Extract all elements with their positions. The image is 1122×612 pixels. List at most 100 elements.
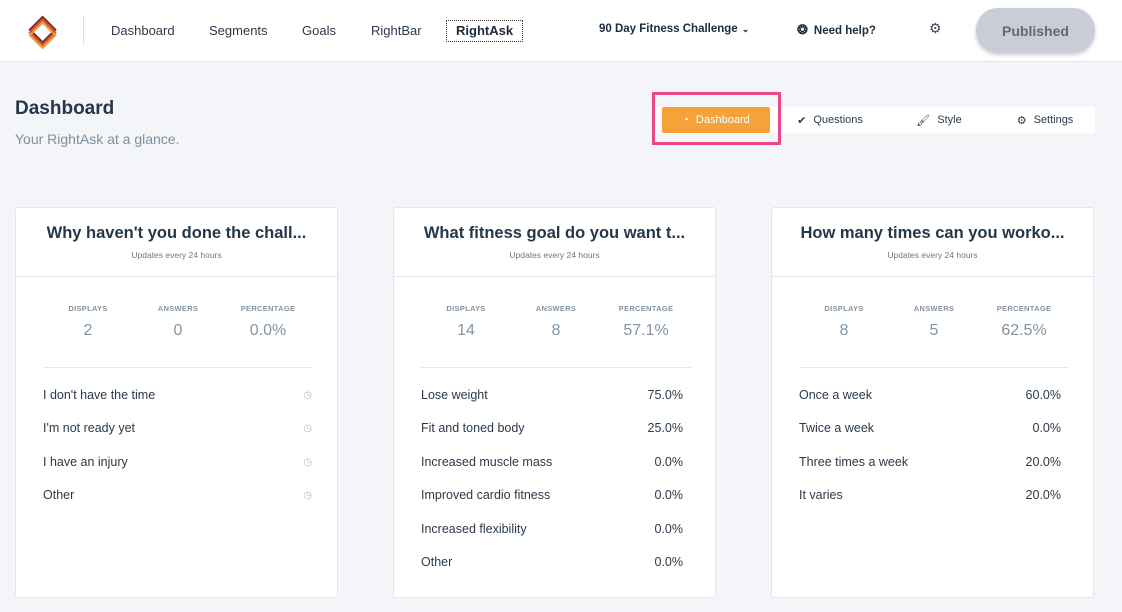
nav-item-dashboard[interactable]: Dashboard (111, 22, 175, 40)
stat-label: PERCENTAGE (240, 304, 296, 313)
card-title: How many times can you worko... (800, 224, 1065, 242)
speedometer-icon: ◔ (682, 114, 689, 126)
nav-item-segments[interactable]: Segments (209, 22, 268, 40)
stat-value: 0 (173, 322, 183, 339)
answer-row: Once a week 60.0% (799, 388, 1069, 408)
answer-row: Increased flexibility 0.0% (421, 522, 691, 542)
chevron-down-icon: ⌄ (741, 24, 750, 34)
answer-label: Fit and toned body (421, 421, 525, 435)
stat-label: DISPLAYS (68, 304, 108, 313)
answer-label: I don't have the time (43, 388, 156, 402)
stat-percentage: PERCENTAGE 57.1% (601, 304, 691, 340)
tab-dashboard-label: Dashboard (695, 114, 750, 126)
answer-row: Lose weight 75.0% (421, 388, 691, 408)
card-updates: Updates every 24 hours (509, 250, 600, 260)
card-stats: DISPLAYS 8 ANSWERS 5 PERCENTAGE 62.5% (799, 304, 1069, 368)
stat-value: 8 (839, 322, 849, 339)
help-label: Need help? (813, 25, 876, 37)
answer-label: I'm not ready yet (43, 421, 136, 435)
card-header: What fitness goal do you want t... Updat… (394, 208, 715, 277)
help-link[interactable]: ❂ Need help? (797, 22, 876, 38)
answer-label: Twice a week (799, 421, 875, 435)
tab-style-label: Style (937, 114, 962, 126)
answer-label: Other (43, 488, 75, 502)
stat-label: ANSWERS (913, 304, 955, 313)
clock-icon: ◷ (303, 490, 312, 501)
stat-label: PERCENTAGE (618, 304, 674, 313)
card-title: What fitness goal do you want t... (423, 224, 686, 242)
card-header: How many times can you worko... Updates … (772, 208, 1093, 277)
tab-settings[interactable]: ⚙ Settings (1000, 107, 1090, 133)
stat-percentage: PERCENTAGE 62.5% (979, 304, 1069, 340)
answer-label: I have an injury (43, 455, 128, 469)
stat-displays: DISPLAYS 14 (421, 304, 511, 340)
card-header: Why haven't you done the chall... Update… (16, 208, 337, 277)
tab-style[interactable]: 🖌 Style (894, 107, 984, 133)
stat-value: 57.1% (623, 322, 669, 339)
tab-questions[interactable]: ✔ Questions (780, 107, 880, 133)
clock-icon: ◷ (303, 457, 312, 468)
answer-label: Improved cardio fitness (421, 488, 551, 502)
gear-icon[interactable]: ⚙ (929, 20, 942, 37)
top-navbar: Dashboard Segments Goals RightBar RightA… (0, 0, 1122, 62)
card-title: Why haven't you done the chall... (46, 224, 307, 242)
answer-percentage: 0.0% (1032, 421, 1062, 435)
page-subtitle: Your RightAsk at a glance. (15, 131, 180, 147)
answer-row: It varies 20.0% (799, 488, 1069, 508)
section-tabs: ◔ Dashboard ✔ Questions 🖌 Style ⚙ Settings (654, 107, 1095, 133)
stat-value: 14 (457, 322, 475, 339)
answer-row: I have an injury ◷ (43, 455, 313, 475)
stat-label: DISPLAYS (824, 304, 864, 313)
answer-label: Increased flexibility (421, 522, 527, 536)
answer-row: I'm not ready yet ◷ (43, 421, 313, 441)
stat-value: 62.5% (1001, 322, 1047, 339)
checkmark-icon: ✔ (797, 114, 807, 127)
brush-icon: 🖌 (916, 114, 931, 127)
tab-dashboard[interactable]: ◔ Dashboard (662, 107, 770, 133)
card-updates: Updates every 24 hours (887, 250, 978, 260)
nav-item-rightask[interactable]: RightAsk (446, 20, 524, 42)
answer-row: Other ◷ (43, 488, 313, 508)
answer-row: Other 0.0% (421, 555, 691, 575)
answer-row: Fit and toned body 25.0% (421, 421, 691, 441)
card-updates: Updates every 24 hours (131, 250, 222, 260)
stat-value: 2 (83, 322, 93, 339)
published-button[interactable]: Published (976, 8, 1095, 53)
stat-value: 0.0% (249, 322, 287, 339)
stat-displays: DISPLAYS 8 (799, 304, 889, 340)
answer-label: Once a week (799, 388, 872, 402)
nav-item-rightbar[interactable]: RightBar (371, 22, 422, 40)
answer-percentage: 0.0% (654, 522, 684, 536)
answer-label: It varies (799, 488, 843, 502)
stat-value: 8 (551, 322, 561, 339)
answer-percentage: 60.0% (1025, 388, 1061, 402)
gear-icon: ⚙ (1016, 114, 1027, 127)
answer-percentage: 20.0% (1025, 488, 1061, 502)
challenge-label: 90 Day Fitness Challenge (599, 23, 738, 35)
question-card: How many times can you worko... Updates … (771, 207, 1094, 598)
stat-answers: ANSWERS 8 (511, 304, 601, 340)
tab-settings-label: Settings (1033, 114, 1074, 126)
answer-label: Three times a week (799, 455, 909, 469)
answer-percentage: 0.0% (654, 555, 684, 569)
nav-item-goals[interactable]: Goals (302, 22, 336, 40)
card-stats: DISPLAYS 14 ANSWERS 8 PERCENTAGE 57.1% (421, 304, 691, 368)
answer-label: Lose weight (421, 388, 488, 402)
card-stats: DISPLAYS 2 ANSWERS 0 PERCENTAGE 0.0% (43, 304, 313, 368)
stat-label: ANSWERS (157, 304, 199, 313)
answer-row: Twice a week 0.0% (799, 421, 1069, 441)
stat-percentage: PERCENTAGE 0.0% (223, 304, 313, 340)
answer-percentage: 0.0% (654, 455, 684, 469)
question-card: Why haven't you done the chall... Update… (15, 207, 338, 598)
logo-icon[interactable] (26, 13, 62, 49)
tab-questions-label: Questions (813, 114, 863, 126)
answer-row: Improved cardio fitness 0.0% (421, 488, 691, 508)
page-title: Dashboard (15, 98, 115, 119)
clock-icon: ◷ (303, 423, 312, 434)
stat-answers: ANSWERS 5 (889, 304, 979, 340)
answer-percentage: 75.0% (647, 388, 683, 402)
stat-label: PERCENTAGE (996, 304, 1052, 313)
stat-answers: ANSWERS 0 (133, 304, 223, 340)
challenge-dropdown[interactable]: 90 Day Fitness Challenge ⌄ (599, 23, 749, 35)
stat-label: ANSWERS (535, 304, 577, 313)
